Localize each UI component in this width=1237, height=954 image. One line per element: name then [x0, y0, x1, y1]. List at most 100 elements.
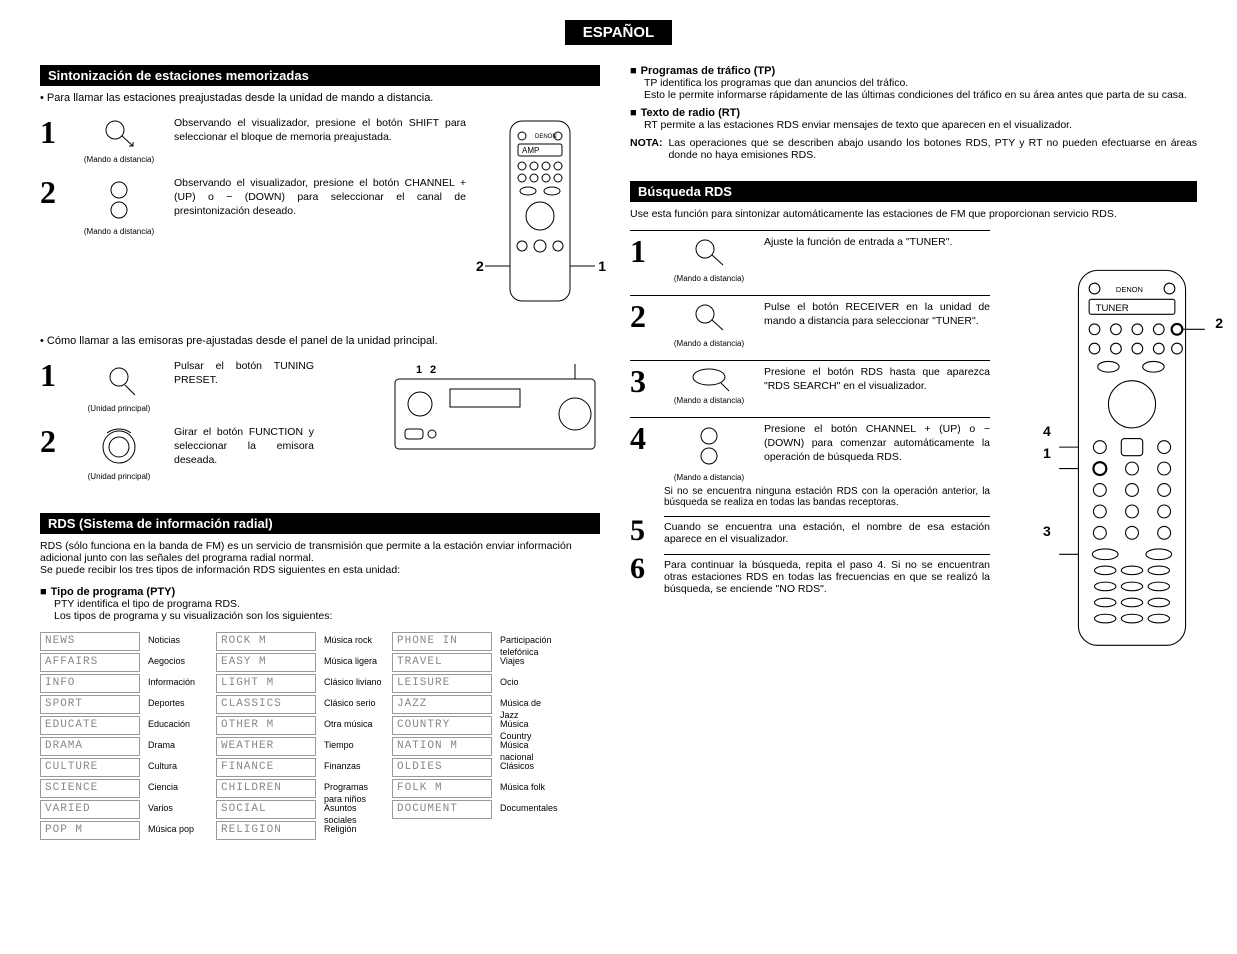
- pty-line1: PTY identifica el tipo de programa RDS.: [54, 598, 600, 610]
- pty-desc-cell: Educación: [146, 716, 210, 735]
- callout-2: 2: [476, 258, 484, 274]
- pty-desc-cell: Música nacional: [498, 737, 562, 756]
- pty-desc-cell: Viajes: [498, 653, 562, 672]
- pty-desc-cell: Música folk: [498, 779, 562, 798]
- pty-display-cell: LIGHT M: [216, 674, 316, 693]
- tuning-preset-icon: (Unidad principal): [74, 359, 164, 413]
- step2-text: Observando el visualizador, presione el …: [174, 176, 466, 219]
- section-rds: RDS (Sistema de información radial): [40, 513, 600, 534]
- step2b-text: Girar el botón FUNCTION y seleccionar la…: [174, 425, 314, 468]
- callout-1: 1: [598, 258, 606, 274]
- callout-r2: 2: [1215, 315, 1223, 331]
- pty-desc-cell: Clásico liviano: [322, 674, 386, 693]
- pty-display-cell: NATION M: [392, 737, 492, 756]
- pty-display-cell: VARIED: [40, 800, 140, 819]
- r-step-2: 2: [630, 300, 654, 332]
- section-preset-tuning: Sintonización de estaciones memorizadas: [40, 65, 600, 86]
- svg-text:DENON: DENON: [535, 134, 557, 140]
- pty-display-cell: CLASSICS: [216, 695, 316, 714]
- pty-display-cell: FOLK M: [392, 779, 492, 798]
- r-step-4: 4: [630, 422, 654, 454]
- pty-display-cell: COUNTRY: [392, 716, 492, 735]
- channel-updown-icon: (Mando a distancia): [664, 422, 754, 482]
- pty-desc-cell: Finanzas: [322, 758, 386, 777]
- pty-desc-cell: Tiempo: [322, 737, 386, 756]
- main-unit-diagram: 1 2: [390, 359, 600, 462]
- pty-display-cell: SPORT: [40, 695, 140, 714]
- tp-line2: Esto le permite informarse rápidamente d…: [644, 89, 1197, 101]
- pty-display-cell: SCIENCE: [40, 779, 140, 798]
- r-step1-text: Ajuste la función de entrada a "TUNER".: [764, 235, 990, 249]
- pty-display-cell: WEATHER: [216, 737, 316, 756]
- pty-display-cell: DOCUMENT: [392, 800, 492, 819]
- pty-desc-cell: Música de Jazz: [498, 695, 562, 714]
- r-step-1: 1: [630, 235, 654, 267]
- pty-desc-cell: Otra música: [322, 716, 386, 735]
- nota-label: NOTA:: [630, 137, 662, 161]
- pty-desc-cell: Religión: [322, 821, 386, 840]
- pty-display-cell: EDUCATE: [40, 716, 140, 735]
- pty-desc-cell: Clásico serio: [322, 695, 386, 714]
- step-number-2: 2: [40, 176, 64, 208]
- pty-display-cell: CHILDREN: [216, 779, 316, 798]
- pty-desc-cell: Cultura: [146, 758, 210, 777]
- pty-desc-cell: Ciencia: [146, 779, 210, 798]
- step-number-1b: 1: [40, 359, 64, 391]
- pty-heading: ■Tipo de programa (PTY): [40, 586, 600, 598]
- pty-table: NEWSAFFAIRSINFOSPORTEDUCATEDRAMACULTURES…: [40, 632, 600, 840]
- pty-desc-cell: Noticias: [146, 632, 210, 651]
- pty-display-cell: DRAMA: [40, 737, 140, 756]
- channel-button-icon: (Mando a distancia): [74, 176, 164, 236]
- pty-display-cell: OLDIES: [392, 758, 492, 777]
- rt-line1: RT permite a las estaciones RDS enviar m…: [644, 119, 1197, 131]
- step-number-1: 1: [40, 116, 64, 148]
- pty-display-cell: POP M: [40, 821, 140, 840]
- callout-r1: 1: [1043, 445, 1051, 461]
- pty-display-cell: NEWS: [40, 632, 140, 651]
- pty-desc-cell: Participación telefónica: [498, 632, 562, 651]
- pty-display-cell: SOCIAL: [216, 800, 316, 819]
- pty-display-cell: CULTURE: [40, 758, 140, 777]
- remote-display-amp: AMP: [522, 146, 539, 155]
- tp-heading: ■Programas de tráfico (TP): [630, 65, 1197, 77]
- r-step4-note: Si no se encuentra ninguna estación RDS …: [664, 486, 990, 508]
- pty-desc-cell: Documentales: [498, 800, 562, 819]
- pty-display-cell: RELIGION: [216, 821, 316, 840]
- pty-desc-cell: Información: [146, 674, 210, 693]
- svg-text:1: 1: [416, 364, 422, 376]
- r-step5-text: Cuando se encuentra una estación, el nom…: [664, 516, 990, 545]
- step1b-text: Pulsar el botón TUNING PRESET.: [174, 359, 314, 387]
- bullet-panel-recall: • Cómo llamar a las emisoras pre-ajustad…: [40, 335, 600, 347]
- nota-row: NOTA: Las operaciones que se describen a…: [630, 137, 1197, 161]
- r-step6-text: Para continuar la búsqueda, repita el pa…: [664, 554, 990, 595]
- step-number-2b: 2: [40, 425, 64, 457]
- rds-button-icon: (Mando a distancia): [664, 365, 754, 405]
- pty-display-cell: AFFAIRS: [40, 653, 140, 672]
- callout-r4: 4: [1043, 423, 1051, 439]
- r-step4-text: Presione el botón CHANNEL + (UP) o − (DO…: [764, 422, 990, 465]
- language-label: ESPAÑOL: [565, 20, 672, 45]
- pty-desc-cell: Clásicos: [498, 758, 562, 777]
- r-step-3: 3: [630, 365, 654, 397]
- r-step-6: 6: [630, 554, 650, 584]
- pty-desc-cell: Música pop: [146, 821, 210, 840]
- pty-desc-cell: Aegocios: [146, 653, 210, 672]
- pty-display-cell: ROCK M: [216, 632, 316, 651]
- pty-desc-cell: Varios: [146, 800, 210, 819]
- language-tab: ESPAÑOL: [40, 20, 1197, 45]
- step1-text: Observando el visualizador, presione el …: [174, 116, 466, 144]
- pty-desc-cell: Música ligera: [322, 653, 386, 672]
- rds-search-intro: Use esta función para sintonizar automát…: [630, 208, 1197, 220]
- tuner-select-icon: (Mando a distancia): [664, 235, 754, 283]
- pty-desc-cell: Drama: [146, 737, 210, 756]
- pty-desc-cell: Asuntos sociales: [322, 800, 386, 819]
- pty-desc-cell: Deportes: [146, 695, 210, 714]
- pty-display-cell: LEISURE: [392, 674, 492, 693]
- pty-display-cell: FINANCE: [216, 758, 316, 777]
- pty-display-cell: PHONE IN: [392, 632, 492, 651]
- right-column: ■Programas de tráfico (TP) TP identifica…: [630, 65, 1197, 840]
- pty-line2: Los tipos de programa y su visualización…: [54, 610, 600, 622]
- svg-text:TUNER: TUNER: [1096, 303, 1129, 314]
- rds-desc-1: RDS (sólo funciona en la banda de FM) es…: [40, 540, 600, 564]
- remote-diagram-2: DENON TUNER: [1057, 265, 1207, 654]
